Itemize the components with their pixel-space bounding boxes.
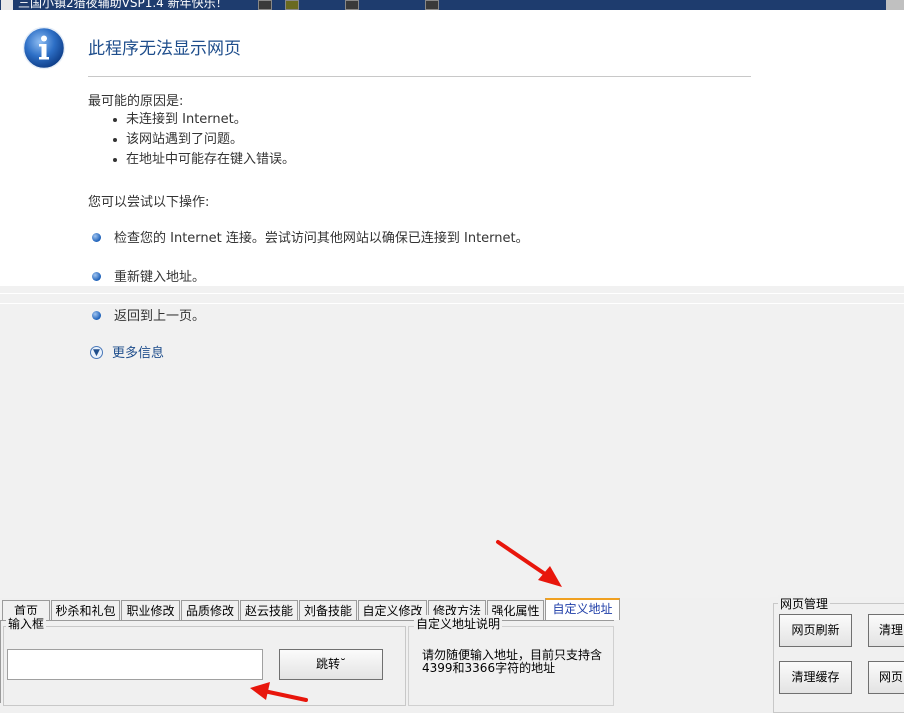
taskbar-thumbnail <box>285 0 299 10</box>
error-title: 此程序无法显示网页 <box>88 39 241 59</box>
annotation-arrow-icon <box>496 540 562 587</box>
action-go-back[interactable]: 返回到上一页。 <box>92 305 205 324</box>
action-text[interactable]: 返回到上一页。 <box>114 309 205 324</box>
bullet-icon <box>92 233 101 242</box>
action-text: 检查您的 Internet 连接。尝试访问其他网站以确保已连接到 Interne… <box>114 231 529 246</box>
tab-zhaoyun-skills[interactable]: 赵云技能 <box>240 600 298 620</box>
refresh-page-button[interactable]: 网页刷新 <box>779 614 852 647</box>
divider <box>88 76 751 77</box>
tab-quality-modify[interactable]: 品质修改 <box>181 600 239 620</box>
window-title: 三国小镇2猎夜辅助VSP1.4 新年快乐！ <box>18 0 228 10</box>
try-heading: 您可以尝试以下操作: <box>88 195 210 210</box>
reason-item: 该网站遇到了问题。 <box>112 130 295 150</box>
tab-seckill-gift[interactable]: 秒杀和礼包 <box>51 600 120 620</box>
url-input[interactable] <box>7 649 263 680</box>
clear-cache-button[interactable]: 清理缓存 <box>779 661 852 694</box>
chevron-down-icon[interactable]: ▼ <box>90 346 103 359</box>
action-check-connection: 检查您的 Internet 连接。尝试访问其他网站以确保已连接到 Interne… <box>92 227 529 246</box>
reason-item: 在地址中可能存在键入错误。 <box>112 150 295 170</box>
taskbar-thumbnail <box>258 0 272 10</box>
info-icon <box>22 26 66 70</box>
divider <box>0 293 904 294</box>
window-close-button[interactable] <box>886 0 904 10</box>
tab-custom-url[interactable]: 自定义地址 <box>545 598 620 620</box>
reasons-list: 未连接到 Internet。 该网站遇到了问题。 在地址中可能存在键入错误。 <box>112 110 295 170</box>
description-group-label: 自定义地址说明 <box>414 615 503 632</box>
taskbar-thumbnail <box>425 0 439 10</box>
more-info-link[interactable]: ▼ 更多信息 <box>90 342 164 361</box>
action-retype-address: 重新键入地址。 <box>92 266 205 285</box>
bullet-icon <box>92 311 101 320</box>
tab-job-modify[interactable]: 职业修改 <box>121 600 180 620</box>
embedded-browser: 此程序无法显示网页 最可能的原因是: 未连接到 Internet。 该网站遇到了… <box>0 10 904 598</box>
web-manage-group-label: 网页管理 <box>778 595 831 612</box>
bullet-icon <box>92 272 101 281</box>
description-text: 请勿随便输入地址，目前只支持含4399和3366字符的地址 <box>422 648 603 675</box>
clear-button[interactable]: 清理 <box>868 614 904 647</box>
title-bar: 三国小镇2猎夜辅助VSP1.4 新年快乐！ <box>0 0 904 10</box>
annotation-arrow-icon <box>250 682 308 702</box>
web-button[interactable]: 网页 <box>868 661 904 694</box>
divider <box>0 303 904 304</box>
reasons-heading: 最可能的原因是: <box>88 94 184 109</box>
taskbar-thumbnail <box>345 0 359 10</box>
app-icon <box>1 0 13 10</box>
reason-item: 未连接到 Internet。 <box>112 110 295 130</box>
action-text: 重新键入地址。 <box>114 270 206 285</box>
input-group-label: 输入框 <box>6 615 47 632</box>
more-info-label[interactable]: 更多信息 <box>112 346 164 361</box>
tab-liubei-skills[interactable]: 刘备技能 <box>299 600 357 620</box>
jump-button[interactable]: 跳转˘ <box>279 649 383 680</box>
